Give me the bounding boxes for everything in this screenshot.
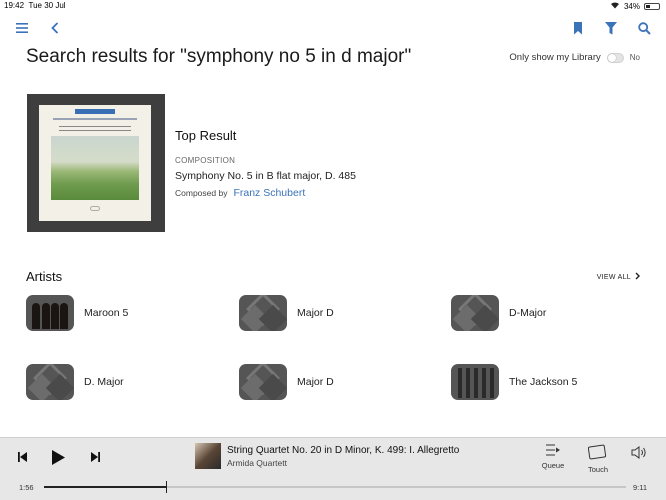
- wifi-icon: [610, 1, 620, 11]
- artist-item[interactable]: D. Major: [26, 364, 124, 400]
- library-switch[interactable]: [606, 52, 624, 63]
- tablet-icon: [587, 444, 608, 462]
- artist-placeholder-icon: [239, 364, 287, 400]
- search-icon[interactable]: [636, 20, 652, 36]
- composer-link[interactable]: Franz Schubert: [233, 187, 305, 199]
- next-icon[interactable]: [88, 450, 102, 464]
- artist-item[interactable]: Major D: [239, 295, 334, 331]
- touch-label: Touch: [587, 465, 608, 474]
- page-title: Search results for "symphony no 5 in d m…: [26, 46, 412, 67]
- battery-percent: 34%: [623, 1, 640, 11]
- view-all-button[interactable]: VIEW ALL: [597, 272, 640, 282]
- artist-name: Major D: [297, 376, 334, 388]
- status-time: 19:42 Tue 30 Jul: [4, 1, 66, 10]
- album-cover[interactable]: [27, 94, 165, 232]
- artist-placeholder-icon: [451, 295, 499, 331]
- chevron-right-icon: [635, 272, 640, 282]
- chevron-left-icon[interactable]: [47, 20, 63, 36]
- battery-icon: [644, 2, 660, 10]
- artist-item[interactable]: The Jackson 5: [451, 364, 577, 400]
- top-result-heading: Top Result: [175, 128, 237, 143]
- artist-name: D-Major: [509, 307, 547, 319]
- artist-name: D. Major: [84, 376, 124, 388]
- queue-icon: [546, 444, 560, 458]
- progress-handle[interactable]: [166, 481, 168, 493]
- filter-icon[interactable]: [603, 20, 619, 36]
- artists-heading: Artists: [26, 269, 63, 284]
- composer-row: Composed by Franz Schubert: [175, 187, 305, 199]
- now-playing-artist: Armida Quartett: [227, 458, 287, 468]
- artist-item[interactable]: Maroon 5: [26, 295, 128, 331]
- now-playing-title[interactable]: String Quartet No. 20 in D Minor, K. 499…: [227, 445, 459, 456]
- artist-name: Maroon 5: [84, 307, 129, 319]
- artist-item[interactable]: D-Major: [451, 295, 546, 331]
- library-toggle[interactable]: Only show my Library No: [509, 52, 640, 63]
- total-time: 9:11: [632, 483, 647, 492]
- library-toggle-state: No: [629, 53, 640, 62]
- hamburger-icon[interactable]: [14, 20, 30, 36]
- top-toolbar: [0, 16, 666, 40]
- touch-button[interactable]: Touch: [580, 444, 616, 474]
- bookmark-icon[interactable]: [570, 20, 586, 36]
- status-right: 34%: [610, 1, 660, 11]
- composition-title[interactable]: Symphony No. 5 in B flat major, D. 485: [175, 170, 356, 182]
- progress-bar[interactable]: [44, 481, 626, 493]
- queue-label: Queue: [541, 461, 565, 470]
- artist-placeholder-icon: [239, 295, 287, 331]
- artist-name: Major D: [297, 307, 334, 319]
- library-toggle-label: Only show my Library: [509, 52, 601, 63]
- now-playing-artwork[interactable]: [195, 443, 221, 469]
- composed-by-label: Composed by: [175, 188, 228, 198]
- artist-item[interactable]: Major D: [239, 364, 334, 400]
- queue-button[interactable]: Queue: [535, 444, 571, 470]
- artist-photo: [451, 364, 499, 400]
- player-bar: String Quartet No. 20 in D Minor, K. 499…: [0, 437, 666, 500]
- artist-placeholder-icon: [26, 364, 74, 400]
- result-kind: COMPOSITION: [175, 156, 236, 165]
- volume-icon[interactable]: [630, 445, 648, 459]
- previous-icon[interactable]: [16, 450, 30, 464]
- artist-name: The Jackson 5: [509, 376, 578, 388]
- play-icon[interactable]: [50, 448, 66, 466]
- elapsed-time: 1:56: [19, 483, 34, 492]
- status-bar: 19:42 Tue 30 Jul 34%: [0, 0, 666, 12]
- artist-photo: [26, 295, 74, 331]
